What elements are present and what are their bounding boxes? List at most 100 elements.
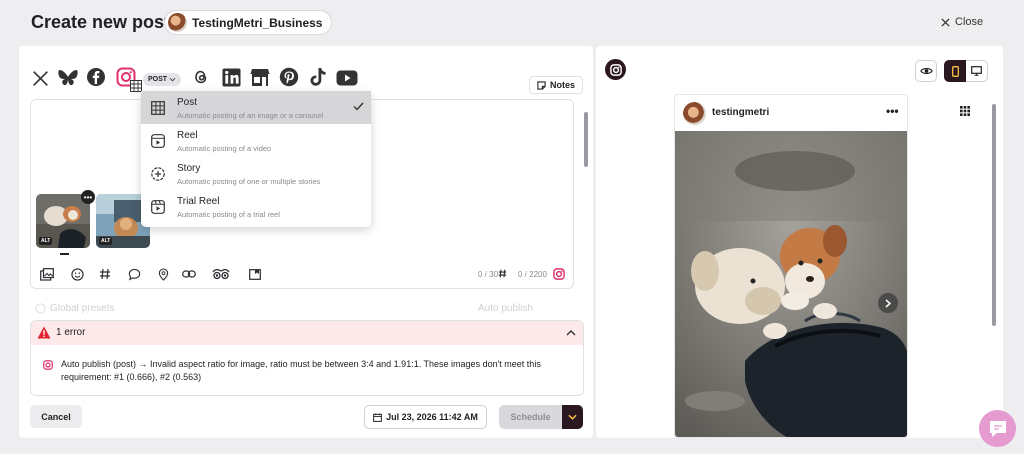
facebook-icon[interactable] [86,67,106,87]
menu-item-story[interactable]: Story Automatic posting of one or multip… [141,157,371,190]
settings-icon [35,303,46,314]
date-picker-button[interactable]: Jul 23, 2026 11:42 AM [364,405,487,429]
top-bar: Create new post TestingMetri_Business Cl… [0,0,1024,46]
x-icon[interactable] [30,68,50,88]
menu-item-description: Automatic posting of one or multiple sto… [177,177,321,186]
media-options-button[interactable]: ••• [81,190,95,204]
emoji-icon[interactable] [70,267,84,281]
instagram-preview-tab[interactable] [605,59,626,80]
youtube-icon[interactable] [336,68,358,88]
chat-icon [989,420,1006,437]
desktop-icon [971,66,982,76]
notes-button[interactable]: Notes [529,76,583,94]
menu-item-description: Automatic posting of a video [177,144,272,153]
scrollbar-thumb[interactable] [584,112,588,167]
hashtag-count-icon [497,268,507,278]
mobile-icon [951,65,959,77]
avatar [683,102,706,125]
menu-item-reel[interactable]: Reel Automatic posting of a video [141,124,371,157]
close-icon [941,17,950,27]
link-icon[interactable] [182,267,196,281]
google-business-icon[interactable] [250,67,270,87]
pinterest-icon[interactable] [279,67,299,87]
media-library-icon[interactable] [248,267,262,281]
hashtag-count: 0 / 30 [478,270,499,279]
menu-item-label: Story [177,163,201,174]
instagram-post-preview: testingmetri ••• [674,94,908,438]
alt-tag: ALT [39,237,53,245]
warning-icon [37,326,51,339]
menu-item-label: Trial Reel [177,196,220,207]
menu-item-post[interactable]: Post Automatic posting of an image or a … [141,91,371,124]
grid-icon [151,101,165,115]
instagram-icon [43,360,53,370]
chevron-up-icon[interactable] [566,329,576,336]
close-label: Close [955,16,984,28]
char-counter: 0 / 2200 [518,270,547,279]
chevron-down-icon [568,414,577,420]
scrollbar-thumb[interactable] [992,104,996,326]
note-icon [537,80,546,90]
trial-reel-icon [151,200,165,214]
mobile-view-button[interactable] [944,60,966,82]
linkedin-icon[interactable] [221,67,241,87]
preview-visibility-button[interactable] [915,60,937,82]
error-panel: 1 error Auto publish (post) → Invalid as… [30,320,584,396]
global-presets-label: Global presets [50,303,115,314]
support-chat-button[interactable] [979,410,1016,447]
post-type-label: POST [147,76,168,83]
instagram-icon [609,63,622,76]
hashtag-counter: 0 / 30 [478,270,498,279]
check-icon [353,102,364,111]
menu-item-description: Automatic posting of a trial reel [177,210,280,219]
bluesky-icon[interactable] [58,68,78,88]
menu-item-trial-reel[interactable]: Trial Reel Automatic posting of a trial … [141,190,371,223]
menu-item-label: Reel [177,130,198,141]
post-type-selector[interactable]: POST [143,73,181,86]
schedule-button[interactable]: Schedule [499,405,562,429]
notes-label: Notes [549,80,575,90]
menu-item-label: Post [177,97,198,108]
puppies-photo [675,131,907,437]
preview-scrollbar[interactable] [990,94,998,344]
desktop-view-button[interactable] [966,60,988,82]
tiktok-icon[interactable] [308,67,328,87]
avatar [168,13,187,32]
error-count: 1 error [56,327,86,338]
instagram-icon [552,267,566,281]
post-type-menu: Post Automatic posting of an image or a … [141,91,371,227]
media-thumbnail-1[interactable]: ALT [36,194,90,248]
cancel-button[interactable]: Cancel [30,405,82,428]
story-icon [151,167,165,181]
comment-icon[interactable] [127,267,141,281]
page-title: Create new post [31,12,171,32]
reel-icon [151,134,165,148]
location-icon[interactable] [156,267,170,281]
more-icon[interactable]: ••• [886,104,899,118]
eye-icon [919,67,933,75]
error-message: Auto publish (post) → Invalid aspect rat… [61,359,541,382]
grid-view-icon[interactable] [960,106,970,116]
account-chip[interactable]: TestingMetri_Business [164,10,333,35]
account-name: TestingMetri_Business [192,15,323,30]
options-row: Global presets Auto publish [30,300,584,316]
more-icon: ••• [83,192,93,202]
active-media-indicator [60,253,69,255]
add-media-icon[interactable] [40,267,54,281]
menu-item-description: Automatic posting of an image or a carou… [177,111,324,120]
editor-scrollbar[interactable] [582,100,590,298]
preview-username: testingmetri [712,107,770,118]
hashtag-icon[interactable] [98,267,112,281]
next-image-button[interactable] [878,293,898,313]
error-header[interactable]: 1 error [31,321,583,345]
calendar-icon [373,412,382,422]
alt-tag: ALT [99,237,113,245]
ai-assistant-icon[interactable] [212,267,230,281]
auto-publish-label: Auto publish [478,303,534,314]
chevron-right-icon [885,298,891,308]
schedule-options-button[interactable] [562,405,583,429]
threads-icon[interactable] [191,67,211,87]
chevron-down-icon [169,77,176,82]
close-button[interactable]: Close [941,16,983,28]
date-label: Jul 23, 2026 11:42 AM [386,412,478,422]
